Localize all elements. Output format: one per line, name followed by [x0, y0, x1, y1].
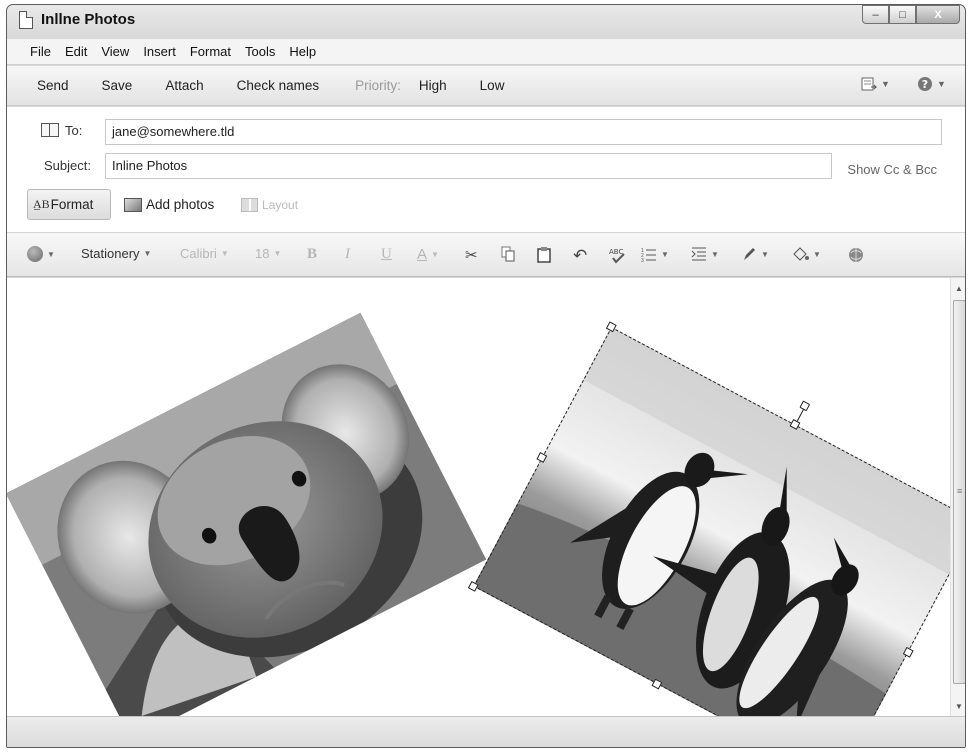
grip-icon: ≡: [957, 486, 963, 496]
insert-link-icon[interactable]: [847, 246, 865, 264]
emoticon-dropdown[interactable]: ▼: [27, 246, 55, 262]
chevron-down-icon: ▼: [47, 249, 55, 259]
layout-label: Layout: [262, 197, 299, 212]
photo-icon: [124, 197, 142, 212]
font-family-value: Calibri: [180, 246, 217, 261]
subject-field[interactable]: Inline Photos: [105, 153, 832, 179]
document-icon: [19, 11, 33, 29]
cut-icon[interactable]: ✂: [465, 246, 478, 264]
svg-text:3: 3: [641, 258, 644, 262]
send-button[interactable]: Send: [37, 78, 69, 93]
chevron-down-icon: ▼: [761, 249, 769, 259]
italic-button[interactable]: I: [345, 246, 350, 263]
compose-header: To: jane@somewhere.tld Subject: Inline P…: [7, 107, 965, 232]
numbered-list-icon: 123: [641, 248, 656, 262]
penguins-photo[interactable]: [473, 326, 950, 716]
send-receive-dropdown[interactable]: ▼: [861, 76, 890, 92]
minimize-button[interactable]: –: [862, 5, 889, 24]
save-button[interactable]: Save: [102, 78, 133, 93]
scroll-up-arrow[interactable]: ▲: [951, 280, 965, 296]
font-family-dropdown[interactable]: Calibri ▼: [180, 246, 229, 261]
chevron-down-icon: ▼: [711, 249, 719, 259]
help-icon: ?: [918, 77, 932, 91]
stationery-dropdown[interactable]: Stationery ▼: [81, 246, 151, 261]
menu-insert[interactable]: Insert: [136, 44, 183, 59]
spell-check-label: ABC: [609, 248, 623, 256]
title-bar: Inllne Photos – □ X: [7, 5, 965, 35]
chevron-down-icon: ▼: [661, 249, 669, 259]
vertical-scrollbar[interactable]: ▲ ≡ ▼: [950, 278, 965, 716]
format-icon: A̲B: [33, 197, 50, 211]
menu-file[interactable]: File: [23, 44, 58, 59]
priority-low-button[interactable]: Low: [480, 78, 505, 93]
attach-button[interactable]: Attach: [165, 78, 203, 93]
undo-icon[interactable]: ↶: [573, 246, 587, 266]
show-cc-bcc-link[interactable]: Show Cc & Bcc: [847, 162, 937, 177]
layout-icon: [241, 197, 258, 212]
font-size-value: 18: [255, 246, 270, 261]
rotate-handle-stem: [796, 409, 804, 422]
to-field[interactable]: jane@somewhere.tld: [105, 119, 942, 145]
envelope-arrow-icon: [861, 77, 877, 91]
bold-button[interactable]: B: [307, 246, 317, 263]
chevron-down-icon: ▼: [431, 250, 439, 259]
scroll-down-arrow[interactable]: ▼: [951, 698, 965, 714]
chevron-down-icon: ▼: [273, 249, 282, 258]
chevron-down-icon: ▼: [220, 249, 229, 258]
format-button-label: Format: [50, 197, 94, 212]
chevron-down-icon: ▼: [813, 249, 821, 259]
indent-dropdown[interactable]: ▼: [691, 246, 719, 262]
window-controls: – □ X: [862, 5, 960, 25]
rotate-handle[interactable]: [799, 400, 811, 412]
priority-label: Priority:: [355, 78, 401, 93]
koala-photo[interactable]: [7, 312, 487, 716]
indent-icon: [691, 247, 706, 261]
add-photos-button[interactable]: Add photos: [124, 189, 214, 220]
add-photos-label: Add photos: [146, 197, 215, 212]
svg-text:?: ?: [922, 78, 928, 91]
message-body[interactable]: [7, 278, 950, 716]
action-toolbar: Send Save Attach Check names Priority: H…: [7, 66, 965, 106]
font-size-dropdown[interactable]: 18 ▼: [255, 246, 281, 261]
address-book-icon[interactable]: [41, 123, 59, 137]
smiley-icon: [27, 246, 43, 262]
stationery-label: Stationery: [81, 246, 140, 261]
chevron-down-icon: ▼: [881, 79, 890, 89]
numbered-list-dropdown[interactable]: 123 ▼: [641, 246, 669, 262]
pen-icon: [744, 248, 755, 260]
app-window: Inllne Photos – □ X File Edit View Inser…: [6, 4, 966, 748]
scroll-thumb[interactable]: ≡: [953, 300, 965, 684]
help-dropdown[interactable]: ? ▼: [917, 76, 946, 92]
menu-view[interactable]: View: [94, 44, 136, 59]
menu-edit[interactable]: Edit: [58, 44, 94, 59]
maximize-button[interactable]: □: [889, 5, 916, 24]
fill-color-dropdown[interactable]: ▼: [791, 246, 821, 262]
menu-bar: File Edit View Insert Format Tools Help: [7, 39, 965, 65]
subject-label: Subject:: [44, 158, 91, 173]
underline-button[interactable]: U: [381, 246, 392, 263]
spell-check-icon[interactable]: ABC: [607, 246, 627, 266]
copy-icon[interactable]: [501, 246, 515, 262]
menu-tools[interactable]: Tools: [238, 44, 282, 59]
status-bar: [7, 716, 965, 747]
paint-bucket-icon: [793, 247, 809, 261]
menu-help[interactable]: Help: [282, 44, 323, 59]
to-label: To:: [65, 123, 83, 138]
chevron-down-icon: ▼: [143, 249, 152, 258]
priority-high-button[interactable]: High: [419, 78, 447, 93]
close-button[interactable]: X: [916, 5, 960, 24]
window-title: Inllne Photos: [41, 11, 136, 28]
highlight-dropdown[interactable]: ▼: [741, 246, 769, 262]
paste-icon[interactable]: [537, 246, 551, 263]
menu-format[interactable]: Format: [183, 44, 238, 59]
formatting-toolbar: ▼ Stationery ▼ Calibri ▼ 18 ▼ B I U A ▼ ✂ ↶ …: [7, 232, 965, 277]
font-color-dropdown[interactable]: A ▼: [417, 246, 439, 263]
font-color-label: A: [417, 246, 428, 263]
check-names-button[interactable]: Check names: [237, 78, 320, 93]
format-button[interactable]: A̲B Format: [27, 189, 111, 220]
layout-button[interactable]: Layout: [241, 189, 298, 220]
chevron-down-icon: ▼: [937, 79, 946, 89]
